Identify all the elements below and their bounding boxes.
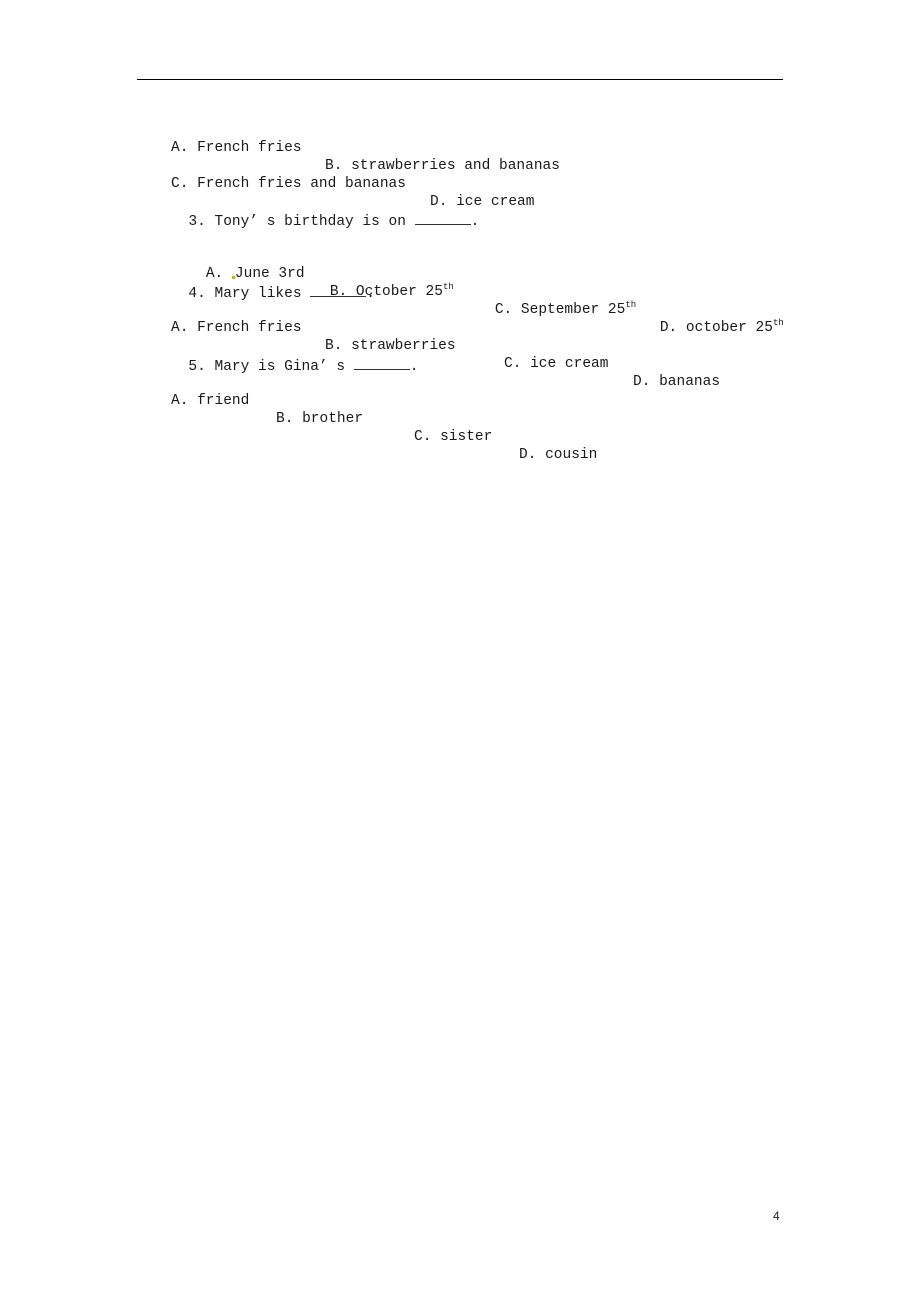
q5-stem-end: . — [409, 359, 419, 375]
q3-stem-text: 3. Tony’ s birthday is on — [188, 214, 415, 230]
q4-stem-text: 4. Mary likes — [188, 286, 311, 302]
q2-option-c: C. French fries and bananas — [171, 176, 406, 192]
q3-option-d-text: D. october 25 — [659, 320, 773, 336]
q4-stem-end: . — [366, 286, 375, 302]
q5-option-a: A. friend — [171, 393, 250, 409]
q4-option-a: A. French fries — [171, 320, 302, 336]
q4-option-c: C. ice cream — [504, 356, 609, 372]
q3-stem: 3. Tony’ s birthday is on . — [171, 193, 479, 231]
q5-answer-blank — [353, 356, 410, 370]
q5-stem: 5. Mary is Gina’ s . — [171, 338, 418, 376]
q4-answer-blank — [310, 283, 367, 297]
q5-options-row: A. friend B. brother C. sister D. cousin — [171, 374, 597, 464]
q5-option-c: C. sister — [414, 429, 493, 445]
q5-option-d: D. cousin — [519, 447, 598, 463]
q3-stem-end: . — [470, 214, 480, 230]
q5-stem-text: 5. Mary is Gina’ s — [188, 359, 354, 375]
q5-option-b: B. brother — [276, 411, 364, 427]
q3-option-d-sup: th — [772, 318, 784, 328]
page-number: 4 — [773, 1209, 780, 1223]
q3-option-c: C. September 25th — [460, 283, 636, 337]
q3-option-c-text: C. September 25 — [494, 302, 626, 318]
q4-option-d: D. bananas — [633, 374, 721, 390]
q3-option-b-sup: th — [442, 282, 454, 292]
q3-answer-blank — [414, 211, 471, 225]
q3-option-d: D. october 25th — [625, 301, 784, 355]
q2-option-b: B. strawberries and bananas — [325, 158, 560, 174]
q4-stem: 4. Mary likes . — [171, 265, 375, 303]
q2-option-a: A. French fries — [171, 140, 302, 156]
header-rule — [137, 79, 783, 80]
